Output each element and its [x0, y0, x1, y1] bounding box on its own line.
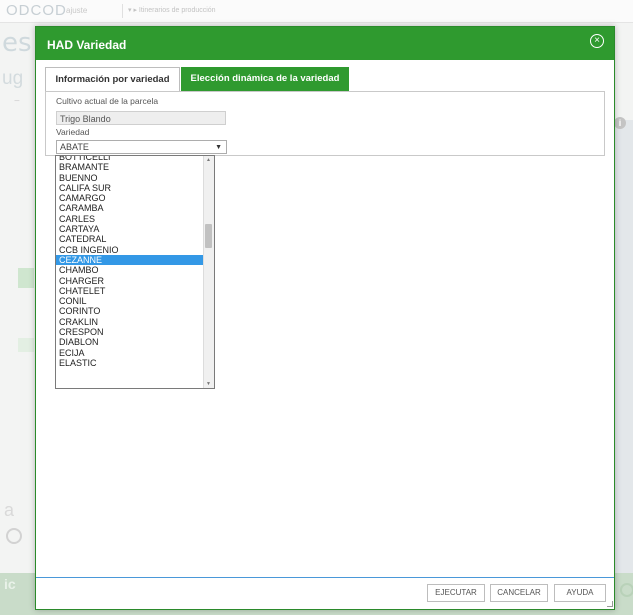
variety-option[interactable]: CEZANNE	[56, 254, 204, 266]
variety-dropdown-list[interactable]: BOTTICELLI BRAMANTE BUENNO CALIFA SUR CAMARG…	[55, 155, 215, 389]
variety-option[interactable]: CHAMBO	[56, 265, 204, 275]
variety-option[interactable]: CARTAYA	[56, 224, 204, 234]
variety-options: BOTTICELLI BRAMANTE BUENNO CALIFA SUR CAMARG…	[56, 156, 204, 368]
variety-option[interactable]: CALIFA SUR	[56, 183, 204, 193]
help-button[interactable]: AYUDA	[554, 584, 606, 602]
dropdown-scrollbar[interactable]: ▲ ▼	[203, 156, 214, 388]
variety-option[interactable]: CHARGER	[56, 276, 204, 286]
variety-option[interactable]: ELASTIC	[56, 358, 204, 368]
background-green-block	[18, 268, 34, 288]
variety-option[interactable]: DIABLON	[56, 337, 204, 347]
background-bottom-text: a	[4, 500, 15, 520]
dialog-footer-divider	[36, 577, 614, 578]
close-icon[interactable]: ×	[590, 34, 604, 48]
variety-info-panel: Cultivo actual de la parcela Trigo Bland…	[45, 91, 605, 156]
tab-informacion-por-variedad[interactable]: Información por variedad	[45, 67, 180, 92]
variety-option[interactable]: CRESPON	[56, 327, 204, 337]
variety-option[interactable]: CONIL	[56, 296, 204, 306]
crop-label: Cultivo actual de la parcela	[56, 96, 159, 106]
variety-option[interactable]: BOTTICELLI	[56, 156, 204, 162]
variety-option[interactable]: CARLES	[56, 214, 204, 224]
background-top-nav: ajuste	[66, 6, 88, 15]
had-variedad-dialog: HAD Variedad × Información por variedad …	[35, 26, 615, 610]
variety-select-value: ABATE	[60, 142, 89, 152]
background-top-bar: ODCOD ajuste ▾ ▸ Itinerarios de producci…	[0, 0, 633, 23]
crop-field: Trigo Blando	[56, 111, 226, 125]
dropdown-arrow-icon: ▼	[215, 144, 222, 151]
scroll-down-icon[interactable]: ▼	[206, 381, 211, 387]
tab-eleccion-dinamica[interactable]: Elección dinámica de la variedad	[181, 67, 349, 91]
execute-button[interactable]: EJECUTAR	[427, 584, 485, 602]
scrollbar-thumb[interactable]	[205, 224, 212, 248]
background-subheading: ug	[2, 68, 24, 89]
background-dash: −	[14, 96, 20, 107]
variety-option[interactable]: CAMARGO	[56, 193, 204, 203]
variety-option[interactable]: CRAKLIN	[56, 317, 204, 327]
background-breadcrumb: ▾ ▸ Itinerarios de producción	[128, 7, 216, 14]
variety-option[interactable]: CORINTO	[56, 306, 204, 316]
background-right-panel	[614, 120, 633, 590]
info-icon: i	[614, 117, 626, 129]
background-green-block	[18, 338, 34, 352]
background-divider	[122, 4, 123, 18]
variety-option[interactable]: ECIJA	[56, 348, 204, 358]
dialog-header: HAD Variedad ×	[36, 27, 614, 60]
variety-option[interactable]: CCB INGENIO	[56, 245, 204, 255]
variety-label: Variedad	[56, 127, 90, 137]
background-circle-icon	[620, 583, 633, 597]
dialog-title: HAD Variedad	[47, 38, 127, 52]
scroll-up-icon[interactable]: ▲	[206, 157, 211, 163]
variety-select[interactable]: ABATE ▼	[56, 140, 227, 154]
background-footer-text: ic	[4, 576, 16, 592]
background-logo: ODCOD	[6, 2, 67, 19]
variety-option[interactable]: BRAMANTE	[56, 162, 204, 172]
background-circle-icon	[6, 528, 22, 544]
resize-handle[interactable]	[607, 601, 613, 607]
dialog-tabs: Información por variedad Elección dinámi…	[45, 67, 605, 92]
variety-option[interactable]: CARAMBA	[56, 203, 204, 213]
background-heading: es	[2, 28, 32, 58]
variety-option[interactable]: BUENNO	[56, 173, 204, 183]
cancel-button[interactable]: CANCELAR	[490, 584, 548, 602]
variety-option[interactable]: CATEDRAL	[56, 234, 204, 244]
variety-option[interactable]: CHATELET	[56, 286, 204, 296]
